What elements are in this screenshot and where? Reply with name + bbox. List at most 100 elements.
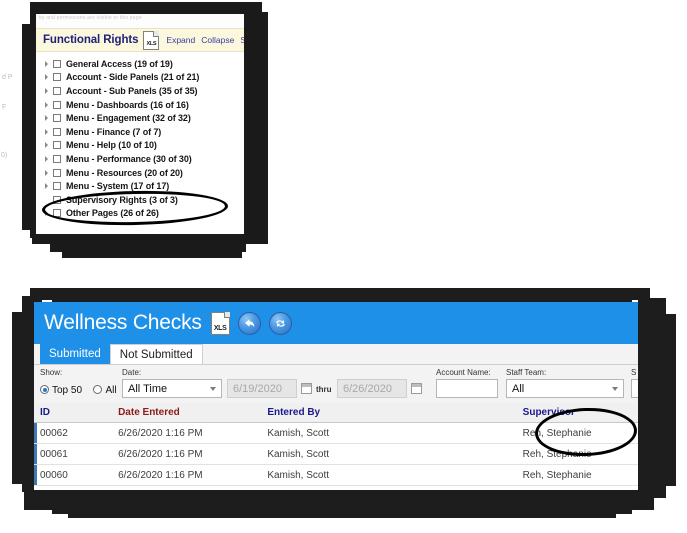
cell-date-entered: 6/26/2020 1:16 PM xyxy=(118,448,203,460)
crop-border-right-inner xyxy=(660,314,676,486)
page-text-above-panel: ity and permissions are visible to this … xyxy=(36,14,244,28)
column-header-date-entered[interactable]: Date Entered xyxy=(112,407,261,418)
staff-team-label: Staff Team: xyxy=(506,368,547,377)
table-row[interactable]: 00061 6/26/2020 1:16 PM Kamish, Scott Re… xyxy=(34,444,638,465)
thru-label: thru xyxy=(316,385,332,394)
rights-tree-item[interactable]: Menu - Engagement (32 of 32) xyxy=(36,111,244,125)
rights-item-label: Menu - Resources (20 of 20) xyxy=(66,167,183,178)
chevron-right-icon[interactable] xyxy=(45,101,48,108)
xls-export-icon[interactable]: XLS xyxy=(143,30,160,50)
calendar-icon-to[interactable] xyxy=(411,383,422,394)
date-to-field[interactable]: 6/26/2020 xyxy=(337,379,407,398)
rights-checkbox[interactable] xyxy=(53,141,61,150)
rights-item-label: Menu - Engagement (32 of 32) xyxy=(66,113,191,124)
clipped-filter-input[interactable] xyxy=(631,379,638,398)
rights-checkbox[interactable] xyxy=(53,182,61,191)
column-header-supervisor[interactable]: Supervisor xyxy=(501,407,638,418)
staff-team-select[interactable]: All xyxy=(506,379,624,398)
rights-tree-item[interactable]: Account - Sub Panels (35 of 35) xyxy=(36,84,244,98)
chevron-right-icon[interactable] xyxy=(45,210,48,217)
rights-checkbox[interactable] xyxy=(53,195,61,204)
cell-date-entered: 6/26/2020 1:16 PM xyxy=(118,469,203,481)
column-header-entered-by[interactable]: Entered By xyxy=(261,407,500,418)
rights-item-label: Menu - Dashboards (16 of 16) xyxy=(66,99,189,110)
calendar-icon-from[interactable] xyxy=(301,383,312,394)
rights-item-label: Menu - Performance (30 of 30) xyxy=(66,153,192,164)
chevron-right-icon[interactable] xyxy=(45,142,48,149)
xls-icon-label: XLS xyxy=(146,40,157,47)
rights-checkbox[interactable] xyxy=(53,73,61,82)
chevron-right-icon[interactable] xyxy=(45,74,48,81)
radio-top-50[interactable] xyxy=(40,385,49,394)
rights-checkbox[interactable] xyxy=(53,168,61,177)
table-row[interactable]: 00060 6/26/2020 1:16 PM Kamish, Scott Re… xyxy=(34,465,638,486)
chevron-right-icon[interactable] xyxy=(45,197,48,203)
rights-checkbox[interactable] xyxy=(53,59,61,68)
rights-tree-item[interactable]: Menu - Help (10 of 10) xyxy=(36,139,244,153)
rights-tree-item[interactable]: Menu - Resources (20 of 20) xyxy=(36,166,244,180)
refresh-button[interactable] xyxy=(268,311,292,335)
tab-submitted[interactable]: Submitted xyxy=(40,344,110,364)
rights-checkbox[interactable] xyxy=(53,127,61,136)
screenshot-root: d P F 0) ity and permissions are visible… xyxy=(0,0,687,533)
back-button[interactable] xyxy=(237,311,261,335)
table-row[interactable]: 00062 6/26/2020 1:16 PM Kamish, Scott Re… xyxy=(34,423,638,444)
wellness-checks-table: ID Date Entered Entered By Supervisor 00… xyxy=(34,403,638,490)
rights-tree-item[interactable]: Menu - Performance (30 of 30) xyxy=(36,152,244,166)
cell-id: 00061 xyxy=(40,448,68,460)
radio-all[interactable] xyxy=(93,385,103,394)
wellness-checks-screenshot-crop: Wellness Checks XLS Submitted Not Submit… xyxy=(8,288,687,533)
chevron-right-icon[interactable] xyxy=(45,115,48,122)
tab-not-submitted[interactable]: Not Submitted xyxy=(109,344,203,364)
staff-team-value: All xyxy=(512,382,525,395)
rights-item-label: Account - Sub Panels (35 of 35) xyxy=(66,85,198,96)
filter-bar: Show: Top 50 All Date: All Time 6/19/202… xyxy=(34,365,638,404)
chevron-right-icon[interactable] xyxy=(45,169,48,176)
chevron-right-icon[interactable] xyxy=(45,128,48,135)
table-header-row: ID Date Entered Entered By Supervisor xyxy=(34,403,638,423)
rights-tree-item-supervisory[interactable]: Supervisory Rights (3 of 3) xyxy=(36,193,244,207)
rights-checkbox[interactable] xyxy=(53,86,61,95)
rights-checkbox[interactable] xyxy=(53,209,61,218)
date-from-value: 6/19/2020 xyxy=(233,382,282,395)
rights-checkbox[interactable] xyxy=(53,154,61,163)
submission-tabs: Submitted Not Submitted xyxy=(34,344,638,365)
date-from-field[interactable]: 6/19/2020 xyxy=(227,379,297,398)
rights-checkbox[interactable] xyxy=(53,100,61,109)
rights-tree-item[interactable]: Other Pages (26 of 26) xyxy=(36,207,244,221)
crop-border-left-inner xyxy=(22,24,36,230)
ghost-text: ity and permissions are visible to this … xyxy=(39,15,142,21)
rights-tree-item[interactable]: Menu - Dashboards (16 of 16) xyxy=(36,98,244,112)
functional-rights-panel: ity and permissions are visible to this … xyxy=(36,14,244,234)
select-link[interactable]: Select xyxy=(240,35,244,45)
rights-checkbox[interactable] xyxy=(53,114,61,123)
functional-rights-screenshot-crop: ity and permissions are visible to this … xyxy=(22,2,270,270)
rights-tree-item[interactable]: General Access (19 of 19) xyxy=(36,57,244,71)
chevron-right-icon[interactable] xyxy=(45,60,48,67)
refresh-icon xyxy=(275,319,285,327)
date-range-select[interactable]: All Time xyxy=(122,379,222,398)
account-name-input[interactable] xyxy=(436,379,498,398)
crop-border-shadow xyxy=(68,512,616,518)
rights-tree-item[interactable]: Menu - Finance (7 of 7) xyxy=(36,125,244,139)
xls-export-icon[interactable]: XLS xyxy=(210,311,230,335)
chevron-down-icon xyxy=(210,387,216,391)
expand-link[interactable]: Expand xyxy=(166,35,195,45)
chevron-right-icon[interactable] xyxy=(45,87,48,94)
cell-supervisor: Reh, Stephanie xyxy=(522,448,592,460)
rights-item-label: Menu - Help (10 of 10) xyxy=(66,140,157,151)
cell-entered-by: Kamish, Scott xyxy=(267,448,330,460)
rights-tree-item[interactable]: Menu - System (17 of 17) xyxy=(36,179,244,193)
clipped-filter-label: S xyxy=(631,368,637,377)
chevron-right-icon[interactable] xyxy=(45,183,48,190)
cell-entered-by: Kamish, Scott xyxy=(267,427,330,439)
rights-tree-item[interactable]: Account - Side Panels (21 of 21) xyxy=(36,71,244,85)
show-label: Show: xyxy=(40,368,63,377)
show-radio-group[interactable]: Top 50 All xyxy=(40,380,117,398)
row-selection-indicator xyxy=(34,465,37,485)
date-range-value: All Time xyxy=(128,382,168,395)
chevron-right-icon[interactable] xyxy=(45,155,48,162)
column-header-id[interactable]: ID xyxy=(34,407,112,418)
tree-action-links: Expand Collapse Select xyxy=(166,35,244,45)
collapse-link[interactable]: Collapse xyxy=(201,35,234,45)
